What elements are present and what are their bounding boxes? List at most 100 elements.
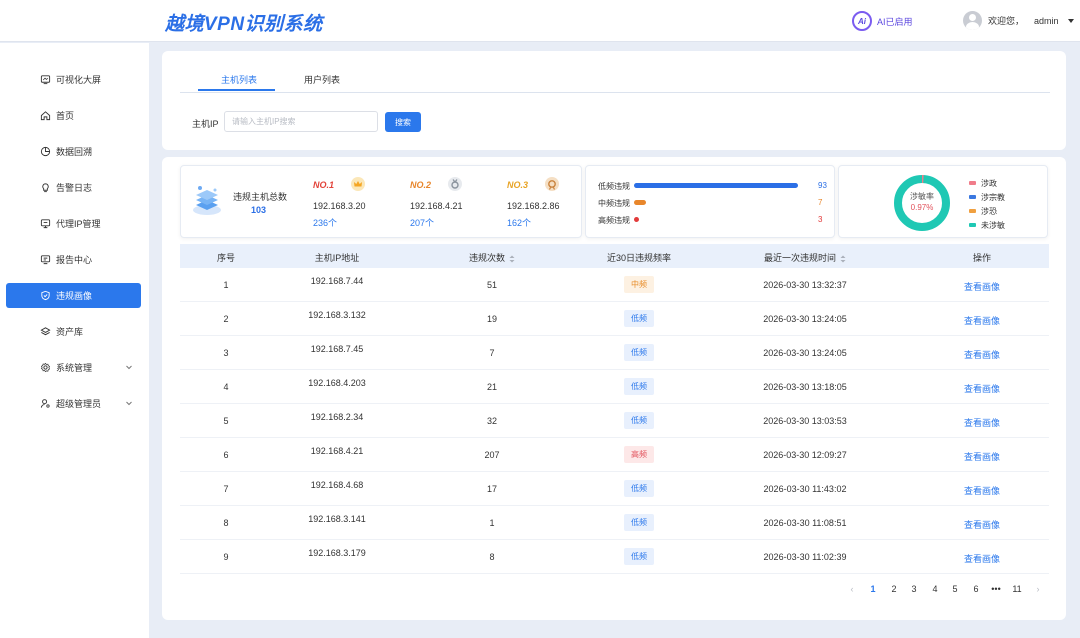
home-icon bbox=[40, 111, 51, 121]
welcome-text: 欢迎您， bbox=[988, 16, 1025, 26]
table-row: 1 192.168.7.44 51 中频 2026-03-30 13:32:37 查看画像 bbox=[180, 268, 1049, 302]
total-violations-label: 违规主机总数 bbox=[233, 192, 288, 202]
bar-value: 93 bbox=[818, 181, 827, 190]
column-header-actions: 操作 bbox=[972, 253, 992, 263]
silver-medal-icon bbox=[448, 177, 462, 191]
legend-swatch bbox=[969, 181, 976, 185]
page-5[interactable]: 5 bbox=[952, 584, 957, 594]
legend-swatch bbox=[969, 209, 976, 213]
sidebar-item-label: 系统管理 bbox=[56, 363, 93, 373]
cell-violation-count: 32 bbox=[486, 416, 498, 426]
cell-index: 4 bbox=[223, 382, 229, 392]
tab-host-list[interactable]: 主机列表 bbox=[221, 73, 257, 86]
sidebar-item-label: 违规画像 bbox=[56, 291, 93, 301]
caret-down-icon bbox=[1067, 18, 1074, 23]
cell-index: 7 bbox=[223, 484, 229, 494]
cell-violation-count: 51 bbox=[486, 280, 498, 290]
pagination-prev[interactable]: ‹ bbox=[851, 584, 854, 594]
cell-host-ip: 192.168.3.179 bbox=[308, 548, 366, 558]
sidebar-item-violation-profile[interactable]: 违规画像 bbox=[6, 283, 141, 308]
sidebar-item-label: 代理IP管理 bbox=[56, 219, 101, 229]
host-ip-search-input[interactable] bbox=[224, 111, 378, 132]
sidebar-item-data-trace[interactable]: 数据回溯 bbox=[6, 139, 141, 164]
shield-icon bbox=[41, 290, 50, 301]
report-icon bbox=[40, 255, 51, 265]
server-stack-icon bbox=[193, 186, 221, 215]
view-profile-link[interactable]: 查看画像 bbox=[964, 348, 1000, 361]
cell-host-ip: 192.168.2.34 bbox=[310, 412, 364, 422]
page-2[interactable]: 2 bbox=[891, 584, 896, 594]
column-header-label: 最近一次违规时间 bbox=[763, 253, 837, 263]
sidebar-item-asset-library[interactable]: 资产库 bbox=[6, 319, 141, 344]
rank-item-3: NO.3 192.168.2.86 162个 bbox=[507, 177, 597, 228]
legend-swatch bbox=[969, 195, 976, 199]
column-header-host-ip: 主机IP地址 bbox=[314, 253, 360, 263]
rank-count[interactable]: 236个 bbox=[313, 216, 337, 229]
pagination-next[interactable]: › bbox=[1037, 584, 1040, 594]
sidebar-item-report-center[interactable]: 报告中心 bbox=[6, 247, 141, 272]
page-1[interactable]: 1 bbox=[870, 584, 875, 594]
search-button[interactable]: 搜索 bbox=[385, 112, 421, 132]
user-menu[interactable]: 欢迎您， admin bbox=[963, 11, 1074, 30]
page-6[interactable]: 6 bbox=[973, 584, 978, 594]
cell-last-time: 2026-03-30 13:24:05 bbox=[763, 348, 847, 358]
table-row: 8 192.168.3.141 1 低频 2026-03-30 11:08:51 查看画像 bbox=[180, 506, 1049, 540]
sort-icon[interactable] bbox=[840, 255, 846, 263]
sidebar-item-super-admin[interactable]: 超级管理员 bbox=[6, 391, 141, 416]
username: admin bbox=[1034, 15, 1059, 26]
chevron-down-icon bbox=[126, 365, 132, 370]
table-row: 5 192.168.2.34 32 低频 2026-03-30 13:03:53 查看画像 bbox=[180, 404, 1049, 438]
sidebar-item-proxy-ip[interactable]: 代理IP管理 bbox=[6, 211, 141, 236]
sidebar-item-system-management[interactable]: 系统管理 bbox=[6, 355, 141, 380]
bar-label: 中频违规 bbox=[598, 199, 630, 208]
cell-index: 6 bbox=[223, 450, 229, 460]
legend-label: 涉恐 bbox=[981, 206, 997, 216]
table-row: 7 192.168.4.68 17 低频 2026-03-30 11:43:02 查看画像 bbox=[180, 472, 1049, 506]
cell-last-time: 2026-03-30 13:24:05 bbox=[763, 314, 847, 324]
sort-icon[interactable] bbox=[509, 255, 515, 263]
donut-legend: 涉政 涉宗教 涉恐 未涉敏 bbox=[969, 176, 1005, 232]
page-11[interactable]: 11 bbox=[1012, 584, 1021, 594]
donut-value: 0.97% bbox=[910, 203, 934, 212]
column-header-frequency: 近30日违规频率 bbox=[606, 253, 672, 263]
cell-violation-count: 7 bbox=[489, 348, 495, 358]
bar-mid-frequency: 中频违规 7 bbox=[598, 197, 828, 208]
sidebar-item-label: 超级管理员 bbox=[56, 399, 102, 409]
proxy-icon bbox=[40, 219, 51, 229]
column-header-last-time[interactable]: 最近一次违规时间 bbox=[764, 251, 846, 264]
rank-count[interactable]: 207个 bbox=[410, 216, 434, 229]
tab-user-list[interactable]: 用户列表 bbox=[304, 73, 340, 86]
page-3[interactable]: 3 bbox=[911, 584, 916, 594]
view-profile-link[interactable]: 查看画像 bbox=[964, 484, 1000, 497]
view-profile-link[interactable]: 查看画像 bbox=[964, 450, 1000, 463]
rank-item-1: NO.1 192.168.3.20 236个 bbox=[313, 177, 403, 228]
view-profile-link[interactable]: 查看画像 bbox=[964, 552, 1000, 565]
ai-status-badge[interactable]: Ai AI已启用 bbox=[852, 11, 913, 31]
cell-host-ip: 192.168.4.203 bbox=[308, 378, 366, 388]
view-profile-link[interactable]: 查看画像 bbox=[964, 416, 1000, 429]
gear-icon bbox=[40, 362, 51, 373]
frequency-badge: 高频 bbox=[624, 446, 654, 463]
view-profile-link[interactable]: 查看画像 bbox=[964, 518, 1000, 531]
sidebar-item-alert-log[interactable]: 告警日志 bbox=[6, 175, 141, 200]
chevron-down-icon bbox=[126, 401, 132, 406]
cell-index: 9 bbox=[223, 552, 229, 562]
column-header-violation-count[interactable]: 违规次数 bbox=[469, 251, 515, 264]
top-header: 越境VPN识别系统 Ai AI已启用 欢迎您， admin bbox=[0, 0, 1080, 42]
table-row: 4 192.168.4.203 21 低频 2026-03-30 13:18:05 查看画… bbox=[180, 370, 1049, 404]
cell-host-ip: 192.168.7.44 bbox=[310, 276, 364, 286]
bulb-icon bbox=[42, 183, 49, 193]
view-profile-link[interactable]: 查看画像 bbox=[964, 382, 1000, 395]
column-header-index: 序号 bbox=[216, 253, 236, 263]
pagination-ellipsis[interactable]: ••• bbox=[991, 584, 1000, 594]
monitor-icon bbox=[40, 75, 51, 85]
bar-fill-mid bbox=[634, 200, 646, 205]
page-4[interactable]: 4 bbox=[932, 584, 937, 594]
view-profile-link[interactable]: 查看画像 bbox=[964, 314, 1000, 327]
sidebar-item-home[interactable]: 首页 bbox=[6, 103, 141, 128]
rank-count[interactable]: 162个 bbox=[507, 216, 531, 229]
sidebar-item-visual-screen[interactable]: 可视化大屏 bbox=[6, 67, 141, 92]
cell-host-ip: 192.168.3.141 bbox=[308, 514, 366, 524]
view-profile-link[interactable]: 查看画像 bbox=[964, 280, 1000, 293]
cell-last-time: 2026-03-30 11:02:39 bbox=[763, 552, 847, 562]
